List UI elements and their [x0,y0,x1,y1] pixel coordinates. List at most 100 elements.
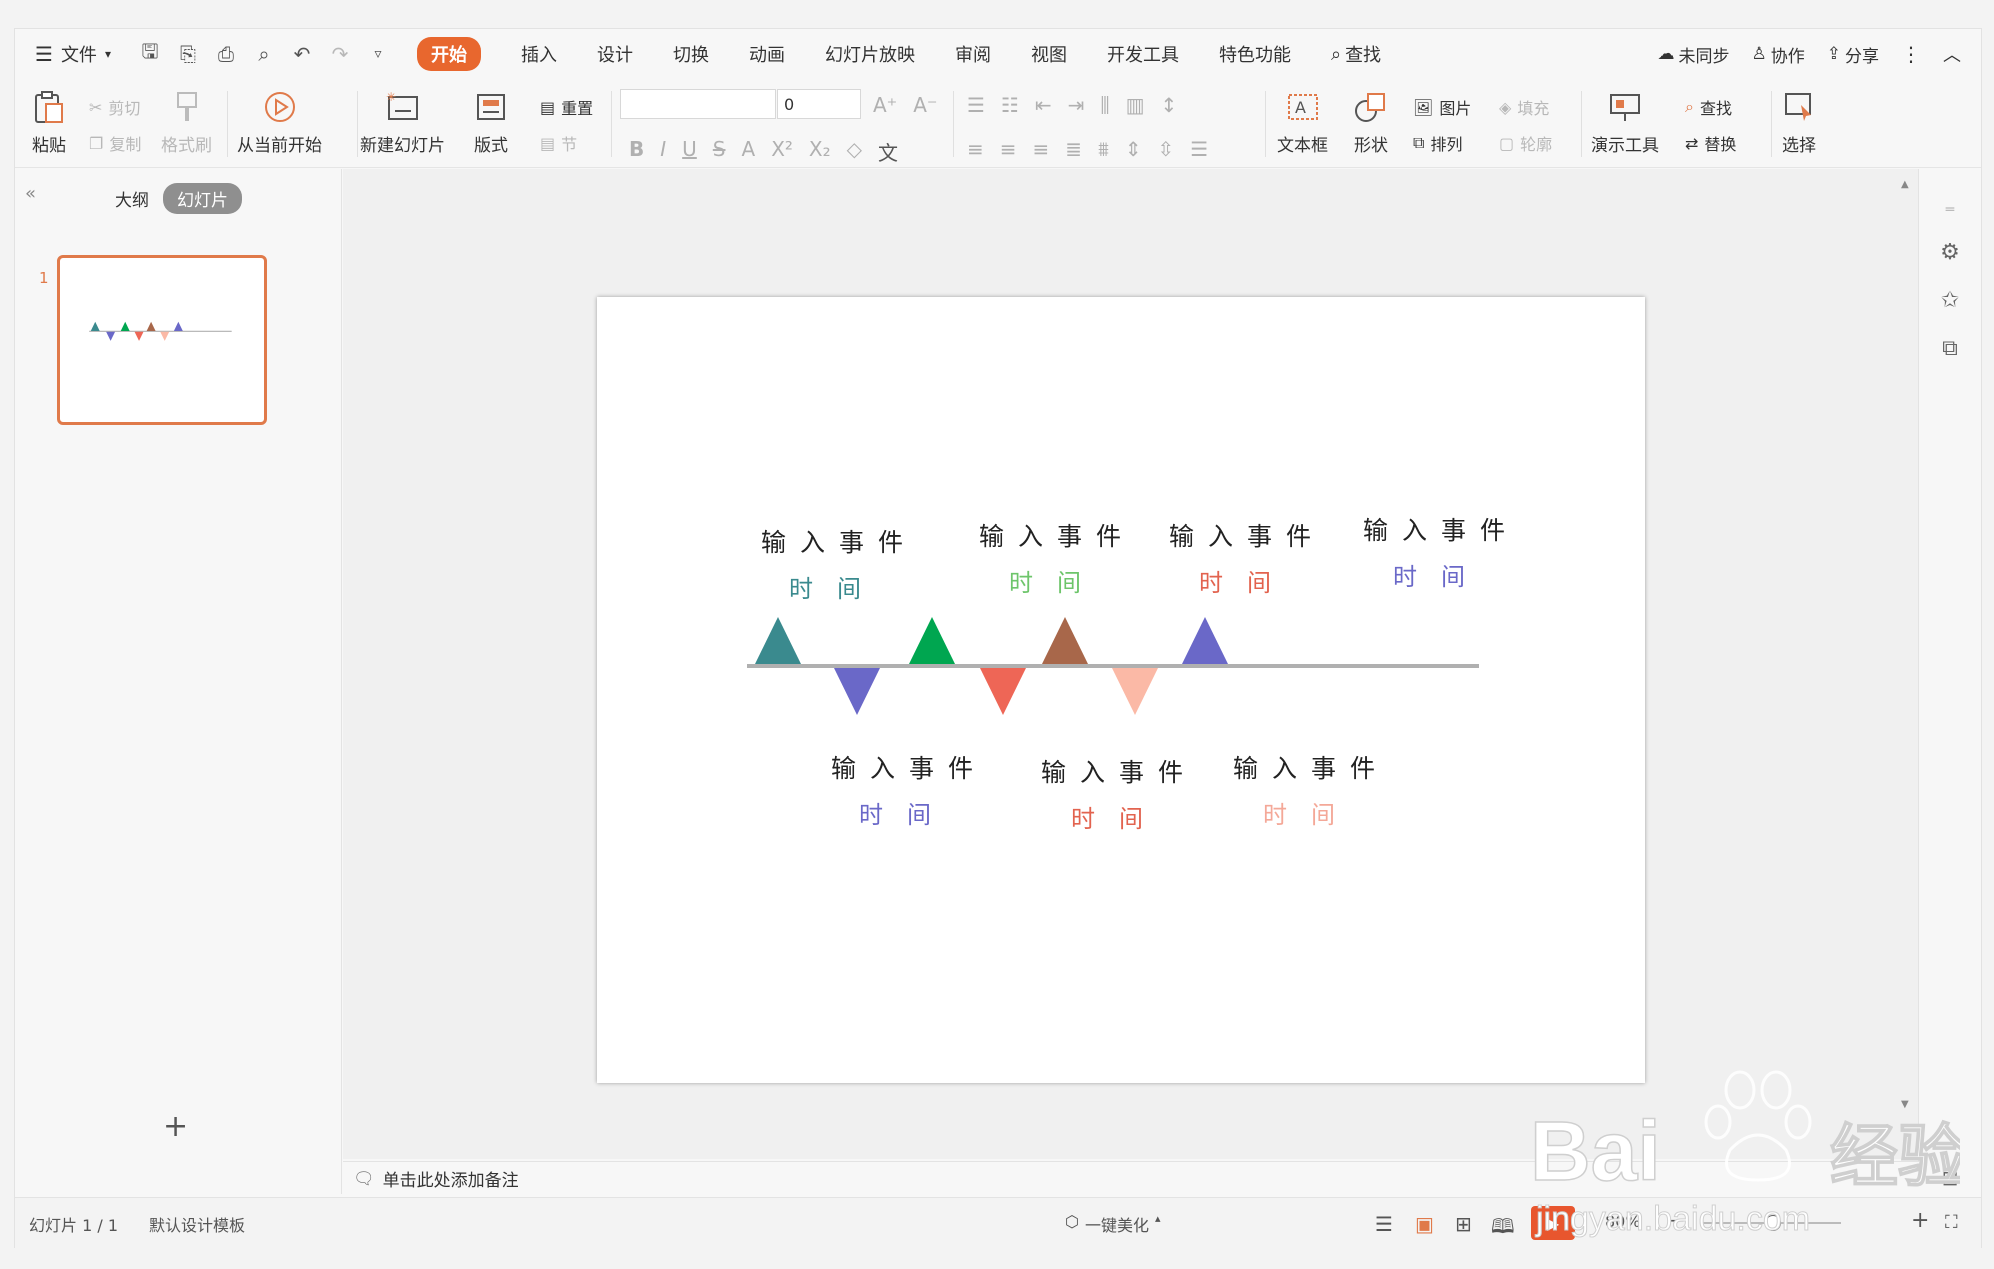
bullet-list-icon[interactable]: ☰ [967,93,985,117]
tab-developer[interactable]: 开发工具 [1087,29,1199,79]
superscript-icon[interactable]: X² [771,137,793,166]
event-label-bottom-1[interactable]: 输入事件 [831,749,987,785]
tab-home[interactable]: 开始 [397,29,501,79]
time-label-top-3[interactable]: 时间 [1199,563,1295,598]
font-shrink-icon[interactable]: A⁻ [913,93,937,117]
up-triangle-4[interactable] [1182,617,1228,664]
notes-toggle-icon[interactable]: ☰ [1375,1212,1393,1236]
event-label-bottom-3[interactable]: 输入事件 [1233,749,1389,785]
time-label-bottom-2[interactable]: 时间 [1071,799,1167,834]
search-button[interactable]: ⌕ 查找 [1311,29,1401,79]
play-from-current-button[interactable]: 从当前开始 [237,87,322,156]
align-left-icon[interactable]: ≡ [967,137,984,161]
print-icon[interactable]: ⎙ [211,39,241,69]
line-spacing2-icon[interactable]: ⇳ [1158,137,1175,161]
time-label-top-2[interactable]: 时间 [1009,563,1105,598]
reading-view-icon[interactable]: 🕮 [1491,1212,1515,1246]
slide-thumbnail[interactable] [57,255,267,425]
italic-icon[interactable]: I [660,137,666,166]
numbered-list-icon[interactable]: ☷ [1001,93,1019,117]
event-label-top-4[interactable]: 输入事件 [1363,511,1519,547]
sorter-view-icon[interactable]: ⊞ [1455,1212,1472,1236]
collaborate-button[interactable]: ♙ 协作 [1752,42,1805,67]
tab-animation[interactable]: 动画 [729,29,805,79]
subscript-icon[interactable]: X₂ [809,137,831,166]
format-painter-button[interactable]: 格式刷 [161,87,212,156]
decrease-indent-icon[interactable]: ⇤ [1035,93,1052,117]
animation-icon[interactable]: ✩ [1937,287,1963,313]
tab-slideshow[interactable]: 幻灯片放映 [805,29,935,79]
outline-button[interactable]: ▢ 轮廓 [1499,131,1552,155]
fill-button[interactable]: ◈ 填充 [1499,95,1549,119]
time-label-top-1[interactable]: 时间 [789,569,885,604]
shape-button[interactable]: 形状 [1351,87,1391,156]
undo-icon[interactable]: ↶ [287,39,317,69]
properties-icon[interactable]: ⚙ [1937,239,1963,265]
cut-button[interactable]: ✂ 剪切 [89,95,140,119]
export-icon[interactable]: ⎘ [173,39,203,69]
collapse-panel-icon[interactable]: « [25,183,36,204]
time-label-bottom-1[interactable]: 时间 [859,795,955,830]
bold-icon[interactable]: B [629,137,644,166]
tab-view[interactable]: 视图 [1011,29,1087,79]
text-box-button[interactable]: A 文本框 [1277,87,1328,156]
presentation-tools-button[interactable]: 演示工具 [1591,87,1659,156]
picture-button[interactable]: 🖼 图片 [1413,95,1471,119]
font-grow-icon[interactable]: A⁺ [873,93,897,117]
new-slide-button[interactable]: ✳ 新建幻灯片 [360,87,445,156]
paragraph-icon[interactable]: ☰ [1190,137,1208,161]
collapse-ribbon-icon[interactable]: ︿ [1943,41,1961,67]
tab-insert[interactable]: 插入 [501,29,577,79]
customize-icon[interactable]: ▿ [363,39,393,69]
up-triangle-1[interactable] [755,617,801,664]
font-size-select[interactable]: 0 [777,89,861,119]
down-triangle-1[interactable] [834,668,880,715]
distribute-icon[interactable]: ⩩ [1098,137,1109,161]
increase-indent-icon[interactable]: ⇥ [1068,93,1085,117]
save-icon[interactable]: 🖫 [135,39,165,69]
event-label-top-1[interactable]: 输入事件 [761,523,917,559]
time-label-top-4[interactable]: 时间 [1393,557,1489,592]
event-label-top-2[interactable]: 输入事件 [979,517,1135,553]
transition-icon[interactable]: ⧉ [1937,335,1963,361]
tab-features[interactable]: 特色功能 [1199,29,1311,79]
slide[interactable]: 输入事件 时间 输入事件 时间 输入事件 时间 输入事件 时间 输入事件 时间 … [597,297,1645,1083]
up-triangle-3[interactable] [1042,617,1088,664]
time-label-bottom-3[interactable]: 时间 [1263,795,1359,830]
copy-button[interactable]: ❐ 复制 [89,131,141,155]
select-button[interactable]: 选择 [1779,87,1819,156]
font-name-select[interactable] [620,89,776,119]
strikethrough-icon[interactable]: S [713,137,726,166]
section-button[interactable]: ▤ 节 [540,131,577,155]
columns-icon[interactable]: ▥ [1126,93,1145,117]
paste-button[interactable]: 粘贴 [29,87,69,156]
layout-button[interactable]: 版式 [471,87,511,156]
reset-button[interactable]: ▤ 重置 [540,95,593,119]
tab-slides[interactable]: 幻灯片 [163,183,242,214]
clear-format-icon[interactable]: ◇ [847,137,862,166]
template-name[interactable]: 默认设计模板 [149,1212,245,1236]
more-icon[interactable]: ⋮ [1901,42,1921,66]
sync-button[interactable]: ☁ 未同步 [1658,42,1730,67]
event-label-bottom-2[interactable]: 输入事件 [1041,753,1197,789]
align-center-icon[interactable]: ≡ [1000,137,1017,161]
scroll-up-icon[interactable]: ▲ [1901,179,1909,190]
paragraph-spacing-icon[interactable]: ⇕ [1125,137,1142,161]
event-label-top-3[interactable]: 输入事件 [1169,517,1325,553]
file-menu[interactable]: ☰ 文件 ▾ [15,29,131,79]
add-slide-button[interactable]: + [163,1109,188,1144]
vertical-scrollbar[interactable]: ▲ ▼ [1901,179,1913,1110]
line-spacing-icon[interactable]: ↕ [1161,93,1178,117]
tab-outline[interactable]: 大纲 [115,186,149,211]
arrange-button[interactable]: ⧉ 排列 [1413,131,1462,155]
underline-icon[interactable]: U [682,137,697,166]
find-button[interactable]: ⌕ 查找 [1685,95,1732,119]
share-button[interactable]: ⇪ 分享 [1827,42,1879,67]
beautify-button[interactable]: ⬡ 一键美化 ▴ [1065,1212,1161,1236]
normal-view-icon[interactable]: ▣ [1415,1212,1434,1236]
tab-review[interactable]: 审阅 [935,29,1011,79]
down-triangle-3[interactable] [1112,668,1158,715]
down-triangle-2[interactable] [980,668,1026,715]
tab-design[interactable]: 设计 [577,29,653,79]
tab-transition[interactable]: 切换 [653,29,729,79]
